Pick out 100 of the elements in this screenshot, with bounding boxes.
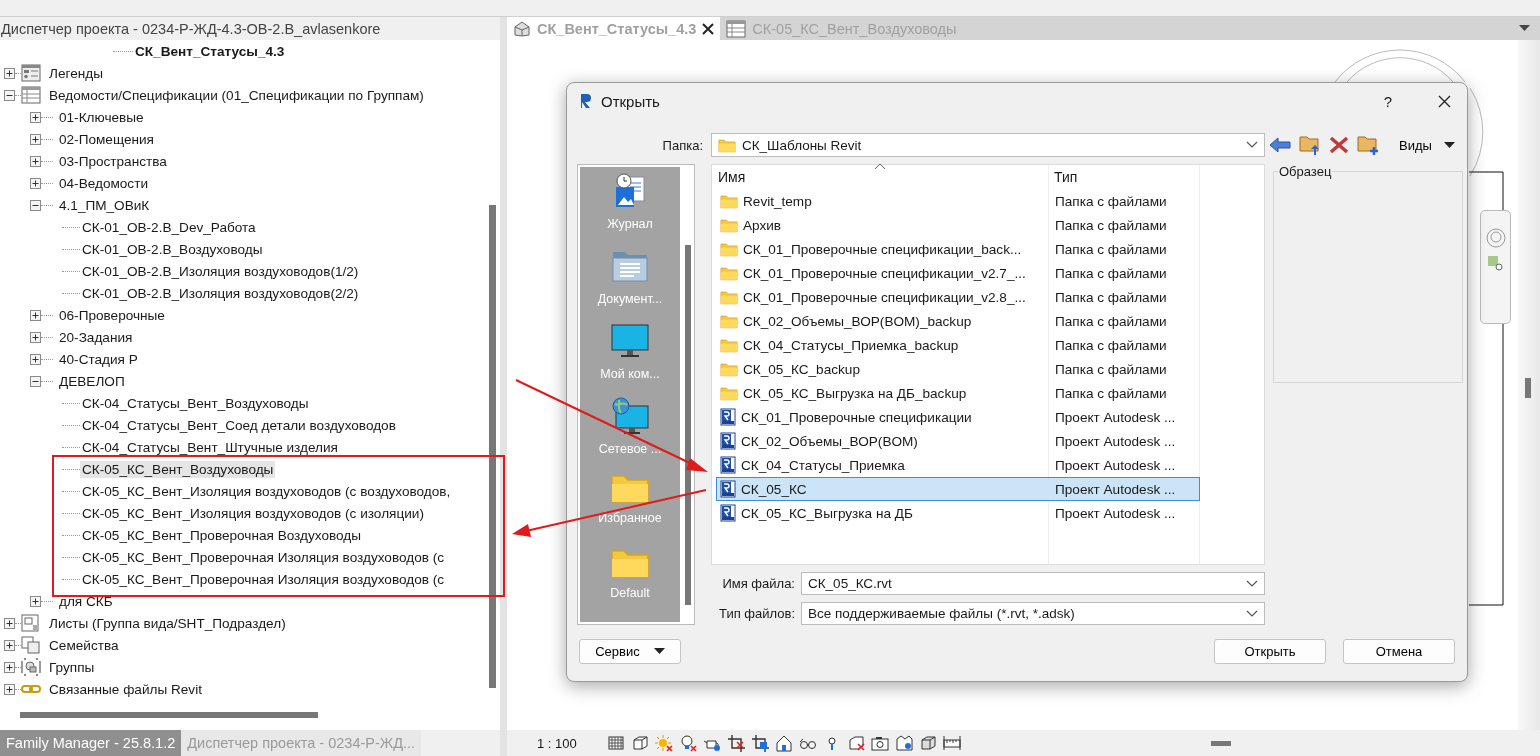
cube-icon[interactable] — [846, 734, 865, 752]
legend-icon — [21, 64, 41, 82]
tree-item[interactable]: СК-01_ОВ-2.В_Изоляция воздуховодов(1/2) — [80, 262, 361, 280]
tree-item[interactable]: СК-05_КС_Вент_Проверочная Изоляция воздуховодов (с — [80, 570, 447, 588]
ruler-icon[interactable] — [942, 734, 961, 752]
tree-toggle[interactable] — [30, 133, 41, 145]
tree-item[interactable]: 03-Пространства — [57, 152, 169, 170]
tree-item[interactable]: СК-04_Статусы_Вент_Штучные изделия — [80, 438, 340, 456]
tree-item[interactable]: 06-Проверочные — [57, 306, 167, 324]
tree-item[interactable]: Ведомости/Спецификации (01_Спецификации по Группам) — [47, 86, 426, 104]
tree-toggle[interactable] — [30, 353, 41, 365]
tree-item[interactable]: СК-04_Статусы_Вент_Воздуховоды — [80, 394, 311, 412]
file-row[interactable]: СК_05_КС Проект Autodesk ... — [716, 477, 1200, 501]
tree-item[interactable]: СК-05_КС_Вент_Воздуховоды — [80, 460, 276, 478]
tree-item[interactable]: СК-01_ОВ-2.В_Dev_Работа — [80, 218, 258, 236]
scrollbar-thumb[interactable] — [20, 712, 318, 718]
tree-toggle[interactable] — [30, 331, 41, 343]
close-icon[interactable] — [702, 22, 715, 35]
folder-up-icon[interactable] — [1299, 135, 1321, 155]
tree-item[interactable]: для СКБ — [57, 592, 115, 610]
help-button[interactable]: ? — [1383, 92, 1392, 110]
file-type: Проект Autodesk ... — [1054, 433, 1177, 449]
scrollbar-thumb[interactable] — [488, 205, 496, 688]
tree-toggle[interactable] — [30, 595, 41, 607]
tree-item[interactable]: СК-04_Статусы_Вент_Соед детали воздуховодов — [80, 416, 398, 434]
tools-button[interactable]: Сервис — [579, 639, 681, 664]
new-folder-icon[interactable] — [1357, 135, 1379, 155]
file-row[interactable]: СК_02_Объемы_ВОР(BOM) Проект Autodesk ... — [716, 429, 1200, 453]
file-row[interactable]: СК_01_Проверочные спецификации Проект Autodesk ... — [716, 405, 1200, 429]
tree-toggle[interactable] — [4, 639, 15, 651]
bulb-icon[interactable] — [678, 734, 697, 752]
camera-icon[interactable] — [870, 734, 889, 752]
file-row[interactable]: СК_05_КС_backup Папка с файлами — [716, 357, 1200, 381]
group-icon — [21, 658, 41, 676]
view-scale[interactable]: 1 : 100 — [537, 735, 577, 751]
cube-icon[interactable] — [918, 734, 937, 752]
tree-toggle[interactable] — [30, 155, 41, 167]
tree-toggle[interactable] — [4, 617, 15, 629]
file-row[interactable]: СК_01_Проверочные спецификации_v2.7_... Папка с файлами — [716, 261, 1200, 285]
tree-item[interactable]: СК-05_КС_Вент_Проверочная Воздуховоды — [80, 526, 363, 544]
file-type-dropdown[interactable]: Все поддерживаемые файлы (*.rvt, *.adsk) — [801, 602, 1265, 625]
scrollbar-thumb[interactable] — [1210, 740, 1231, 746]
cancel-button[interactable]: Отмена — [1343, 639, 1455, 664]
file-row[interactable]: Revit_temp Папка с файлами — [716, 189, 1200, 213]
checker-icon[interactable] — [606, 734, 625, 752]
column-header[interactable]: Тип — [1048, 165, 1200, 189]
tree-item[interactable]: Листы (Группа вида/SHT_Подраздел) — [47, 614, 288, 632]
tree-toggle[interactable] — [30, 177, 41, 189]
file-row[interactable]: СК_05_КС_Выгрузка на ДБ Проект Autodesk ... — [716, 501, 1200, 525]
network-monitor-icon — [610, 396, 650, 436]
current-view-item[interactable]: СК_Вент_Статусы_4.3 — [133, 42, 287, 60]
tree-item[interactable]: СК-01_ОВ-2.В_Изоляция воздуховодов(2/2) — [80, 284, 361, 302]
tree-item[interactable]: СК-05_КС_Вент_Изоляция воздуховодов (с воздуховодов, — [80, 482, 453, 500]
cube-icon[interactable] — [630, 734, 649, 752]
tree-toggle[interactable] — [4, 89, 15, 101]
house-icon[interactable] — [774, 734, 793, 752]
file-name-field[interactable]: СК_05_КС.rvt — [801, 572, 1265, 595]
tree-item[interactable]: 40-Стадия Р — [57, 350, 140, 368]
tree-item[interactable]: 02-Помещения — [57, 130, 156, 148]
scrollbar-thumb[interactable] — [685, 245, 691, 605]
tree-toggle[interactable] — [30, 309, 41, 321]
views-menu-button[interactable]: Виды — [1393, 136, 1461, 154]
tree-toggle[interactable] — [4, 661, 15, 673]
tree-item[interactable]: СК-05_КС_Вент_Проверочная Изоляция воздуховодов (с — [80, 548, 447, 566]
tree-item[interactable]: 4.1_ПМ_ОВиК — [57, 196, 152, 214]
tree-toggle[interactable] — [4, 67, 15, 79]
crop-icon[interactable] — [750, 734, 769, 752]
crop-icon[interactable] — [726, 734, 745, 752]
file-row[interactable]: СК_04_Статусы_Приемка_backup Папка с файлами — [716, 333, 1200, 357]
tree-item[interactable]: ДЕВЕЛОП — [57, 372, 127, 390]
tree-item[interactable]: Группы — [47, 658, 97, 676]
folder-dropdown[interactable]: СК_Шаблоны Revit — [711, 133, 1265, 157]
tree-item[interactable]: Легенды — [47, 64, 105, 82]
file-row[interactable]: СК_05_КС_Выгрузка на ДБ_backup Папка с файлами — [716, 381, 1200, 405]
tree-item[interactable]: СК-01_ОВ-2.В_Воздуховоды — [80, 240, 265, 258]
delete-icon[interactable] — [1329, 136, 1349, 154]
tree-toggle[interactable] — [30, 111, 41, 123]
tree-toggle[interactable] — [4, 683, 15, 695]
back-arrow-icon[interactable] — [1269, 136, 1291, 154]
file-type: Папка с файлами — [1054, 241, 1168, 257]
column-header[interactable]: Имя — [712, 165, 1048, 189]
open-button[interactable]: Открыть — [1214, 639, 1326, 664]
file-row[interactable]: СК_01_Проверочные спецификации_v2.8_... Папка с файлами — [716, 285, 1200, 309]
tree-toggle[interactable] — [30, 375, 41, 387]
tree-item[interactable]: СК-05_КС_Вент_Изоляция воздуховодов (с изоляции) — [80, 504, 426, 522]
tree-item[interactable]: 04-Ведомости — [57, 174, 150, 192]
tree-toggle[interactable] — [30, 199, 41, 211]
file-type: Папка с файлами — [1054, 289, 1168, 305]
file-row[interactable]: СК_04_Статусы_Приемка Проект Autodesk ... — [716, 453, 1200, 477]
tree-item[interactable]: Семейства — [47, 636, 121, 654]
tree-item[interactable]: 20-Задания — [57, 328, 135, 346]
tree-item[interactable]: Связанные файлы Revit — [47, 680, 204, 698]
file-row[interactable]: СК_01_Проверочные спецификации_back... Папка с файлами — [716, 237, 1200, 261]
scrollbar-thumb[interactable] — [1525, 378, 1531, 398]
zoom-icon[interactable] — [1486, 255, 1505, 273]
panel-splitter[interactable] — [500, 17, 507, 756]
file-row[interactable]: Архив Папка с файлами — [716, 213, 1200, 237]
tree-item[interactable]: 01-Ключевые — [57, 108, 146, 126]
file-row[interactable]: СК_02_Объемы_ВОР(BOM)_backup Папка с файлами — [716, 309, 1200, 333]
sun-icon[interactable] — [654, 734, 673, 752]
